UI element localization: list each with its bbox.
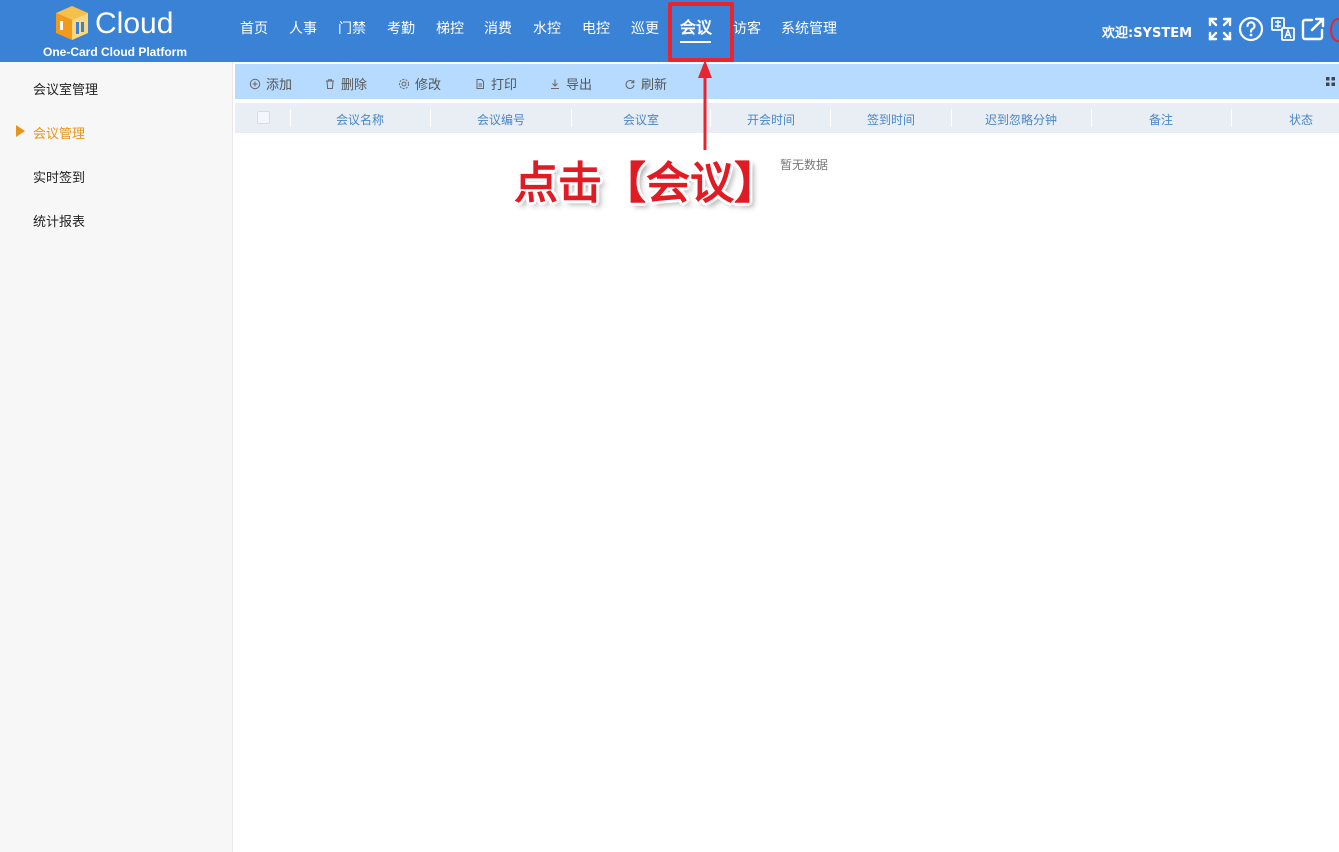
annotation-instruction: 点击【会议】 [514,158,778,209]
nav-item-elevator[interactable]: 梯控 [436,20,464,38]
nav-item-hr[interactable]: 人事 [289,20,317,38]
nav-item-consumption[interactable]: 消费 [484,20,512,38]
app-window: Cloud One-Card Cloud Platform 欢迎:SYSTEM [0,0,1339,852]
nav-item-meeting[interactable]: 会议 [680,19,712,37]
nav-item-power[interactable]: 电控 [582,20,610,38]
nav-item-attendance[interactable]: 考勤 [387,20,415,38]
nav-item-visitor[interactable]: 访客 [733,20,761,38]
nav-item-water[interactable]: 水控 [533,20,561,38]
nav-item-home[interactable]: 首页 [240,20,268,38]
nav-item-access[interactable]: 门禁 [338,20,366,38]
nav-item-patrol[interactable]: 巡更 [631,20,659,38]
nav-item-system[interactable]: 系统管理 [781,20,837,38]
annotation-arrow-icon [698,60,712,150]
